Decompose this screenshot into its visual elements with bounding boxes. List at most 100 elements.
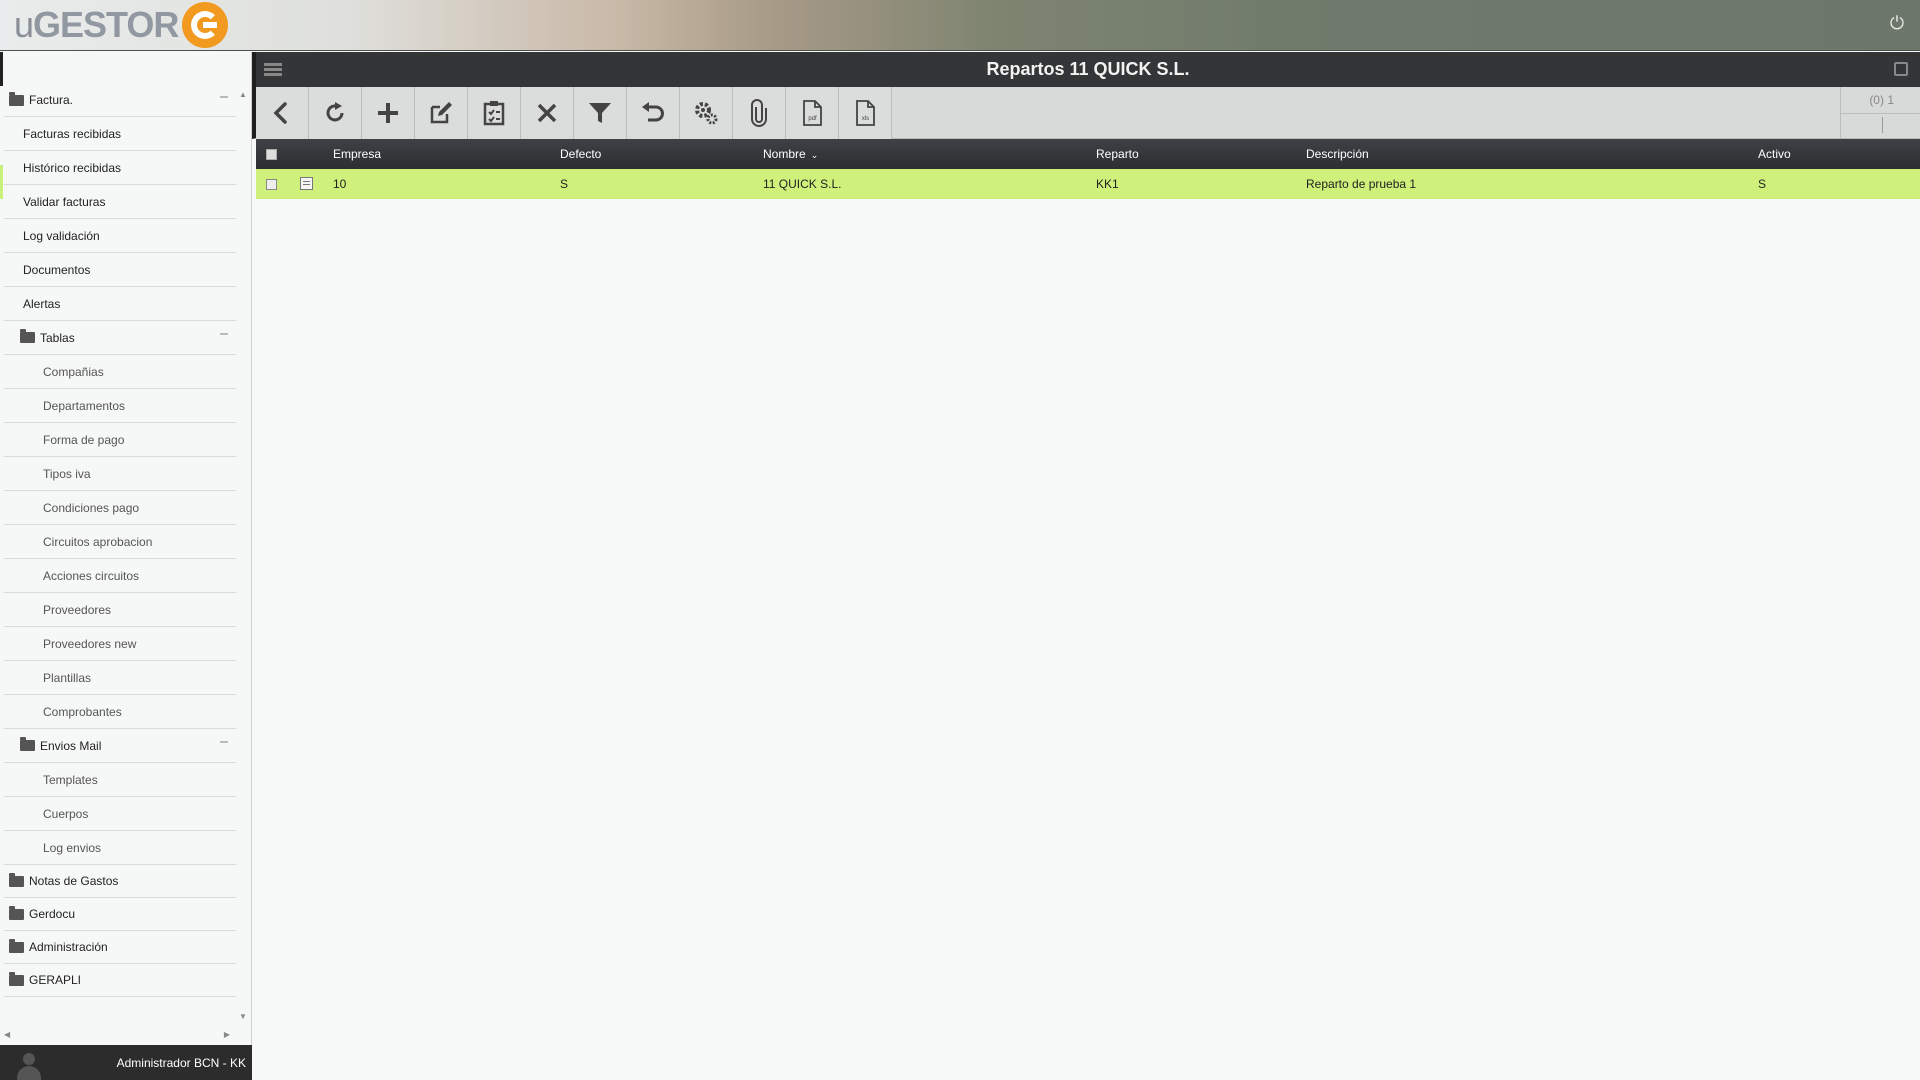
sidebar-item-notas-de-gastos[interactable]: Notas de Gastos — [4, 865, 236, 898]
sidebar-item-label: Validar facturas — [23, 194, 106, 209]
sidebar-item-label: Envios Mail — [40, 738, 102, 753]
sidebar-item-log-validacion[interactable]: Log validación — [4, 219, 236, 253]
logo-mark-icon — [182, 2, 229, 48]
sidebar-item-facturas-recibidas[interactable]: Facturas recibidas — [4, 117, 236, 151]
app-header: uGESTOR ⏻ — [0, 0, 1920, 51]
sidebar-item-factura[interactable]: Factura. — [4, 84, 236, 117]
cell-empresa: 10 — [333, 177, 347, 191]
refresh-button[interactable] — [309, 87, 362, 139]
sidebar-item-validar-facturas[interactable]: Validar facturas — [4, 185, 236, 219]
sidebar-item-gerapli[interactable]: GERAPLI — [4, 964, 236, 997]
sidebar-item-gerdocu[interactable]: Gerdocu — [4, 898, 236, 931]
sidebar-item-label: Alertas — [23, 296, 61, 311]
sidebar-item-acciones-circuitos[interactable]: Acciones circuitos — [4, 559, 236, 593]
add-icon — [378, 103, 398, 123]
menu-toggle-icon[interactable] — [264, 63, 282, 76]
svg-text:pdf: pdf — [808, 116, 817, 122]
divider — [1840, 113, 1920, 114]
collapse-icon[interactable] — [220, 96, 228, 98]
sidebar-item-departamentos[interactable]: Departamentos — [4, 389, 236, 423]
divider — [1882, 117, 1883, 133]
add-button[interactable] — [362, 87, 415, 139]
attach-icon — [751, 99, 767, 127]
cell-descripcion: Reparto de prueba 1 — [1306, 177, 1417, 191]
delete-icon — [537, 103, 557, 123]
sidebar-item-companias[interactable]: Compañias — [4, 355, 236, 389]
clipboard-button[interactable] — [468, 87, 521, 139]
sidebar-item-label: Acciones circuitos — [43, 568, 140, 583]
sidebar-item-label: Departamentos — [43, 398, 126, 413]
sidebar-item-alertas[interactable]: Alertas — [4, 287, 236, 321]
sidebar-item-proveedores-new[interactable]: Proveedores new — [4, 627, 236, 661]
scroll-up-icon[interactable]: ▲ — [239, 90, 247, 99]
edit-button[interactable] — [415, 87, 468, 139]
sidebar-horizontal-scrollbar[interactable]: ◀ ▶ — [4, 1030, 230, 1042]
sidebar-active-indicator — [0, 165, 3, 199]
column-header-activo[interactable]: Activo — [1758, 139, 1791, 169]
cell-nombre: 11 QUICK S.L. — [763, 177, 842, 191]
scroll-down-icon[interactable]: ▼ — [239, 1012, 247, 1021]
sidebar-item-plantillas[interactable]: Plantillas — [4, 661, 236, 695]
column-header-nombre[interactable]: Nombre ⌄ — [763, 139, 818, 170]
sidebar-item-label: Log validación — [23, 228, 100, 243]
sidebar-menu: Factura. Facturas recibidas Histórico re… — [4, 84, 236, 997]
power-icon[interactable]: ⏻ — [1888, 14, 1906, 32]
collapse-icon[interactable] — [220, 333, 228, 335]
sidebar-item-proveedores[interactable]: Proveedores — [4, 593, 236, 627]
column-header-defecto[interactable]: Defecto — [560, 139, 601, 169]
page-title: Repartos 11 QUICK S.L. — [986, 59, 1190, 79]
sidebar-item-log-envios[interactable]: Log envios — [4, 831, 236, 865]
sidebar-item-tablas[interactable]: Tablas — [4, 321, 236, 355]
pin-icon[interactable] — [1894, 62, 1908, 76]
sidebar-item-label: Factura. — [29, 93, 74, 107]
column-header-empresa[interactable]: Empresa — [333, 139, 381, 169]
export-xls-button[interactable]: xls — [839, 87, 892, 139]
row-detail-icon[interactable] — [300, 177, 313, 190]
sidebar-item-label: Templates — [43, 772, 98, 787]
table-row[interactable]: 10 S 11 QUICK S.L. KK1 Reparto de prueba… — [256, 169, 1920, 199]
row-checkbox[interactable] — [266, 179, 277, 190]
sidebar-item-tipos-iva[interactable]: Tipos iva — [4, 457, 236, 491]
user-bar: Administrador BCN - KK — [0, 1045, 252, 1080]
settings-button[interactable] — [680, 87, 733, 139]
folder-icon — [9, 971, 24, 986]
sidebar-item-templates[interactable]: Templates — [4, 763, 236, 797]
collapse-icon[interactable] — [220, 741, 228, 743]
filter-icon — [589, 103, 611, 123]
folder-icon — [20, 737, 35, 751]
app-logo: uGESTOR — [14, 2, 229, 48]
svg-text:xls: xls — [862, 116, 869, 122]
export-pdf-button[interactable]: pdf — [786, 87, 839, 139]
undo-button[interactable] — [627, 87, 680, 139]
sidebar-item-envios-mail[interactable]: Envios Mail — [4, 729, 236, 763]
sidebar-item-label: Documentos — [23, 262, 91, 277]
sidebar-item-cuerpos[interactable]: Cuerpos — [4, 797, 236, 831]
sidebar-item-label: Compañias — [43, 364, 104, 379]
column-header-reparto[interactable]: Reparto — [1096, 139, 1139, 169]
sidebar-item-label: Comprobantes — [43, 704, 122, 719]
column-header-descripcion[interactable]: Descripción — [1306, 139, 1369, 169]
column-header-label: Nombre — [763, 147, 806, 161]
scroll-left-icon[interactable]: ◀ — [4, 1030, 10, 1042]
sidebar-item-label: Histórico recibidas — [23, 160, 122, 175]
filter-button[interactable] — [574, 87, 627, 139]
folder-icon — [9, 872, 24, 887]
sidebar-item-historico-recibidas[interactable]: Histórico recibidas — [4, 151, 236, 185]
sort-descending-icon[interactable]: ⌄ — [811, 140, 819, 170]
sidebar-item-label: Administración — [29, 940, 108, 954]
delete-button[interactable] — [521, 87, 574, 139]
sidebar-item-circuitos-aprobacion[interactable]: Circuitos aprobacion — [4, 525, 236, 559]
back-button[interactable] — [256, 87, 309, 139]
sidebar-item-forma-de-pago[interactable]: Forma de pago — [4, 423, 236, 457]
scroll-right-icon[interactable]: ▶ — [224, 1030, 230, 1042]
attach-button[interactable] — [733, 87, 786, 139]
select-all-checkbox[interactable] — [266, 149, 277, 160]
sidebar-item-administracion[interactable]: Administración — [4, 931, 236, 964]
sidebar-item-documentos[interactable]: Documentos — [4, 253, 236, 287]
sidebar-item-comprobantes[interactable]: Comprobantes — [4, 695, 236, 729]
sidebar-item-label: Proveedores — [43, 602, 112, 617]
sidebar-item-label: Circuitos aprobacion — [43, 534, 153, 549]
folder-icon — [9, 905, 24, 920]
folder-icon — [9, 91, 24, 106]
sidebar-item-condiciones-pago[interactable]: Condiciones pago — [4, 491, 236, 525]
